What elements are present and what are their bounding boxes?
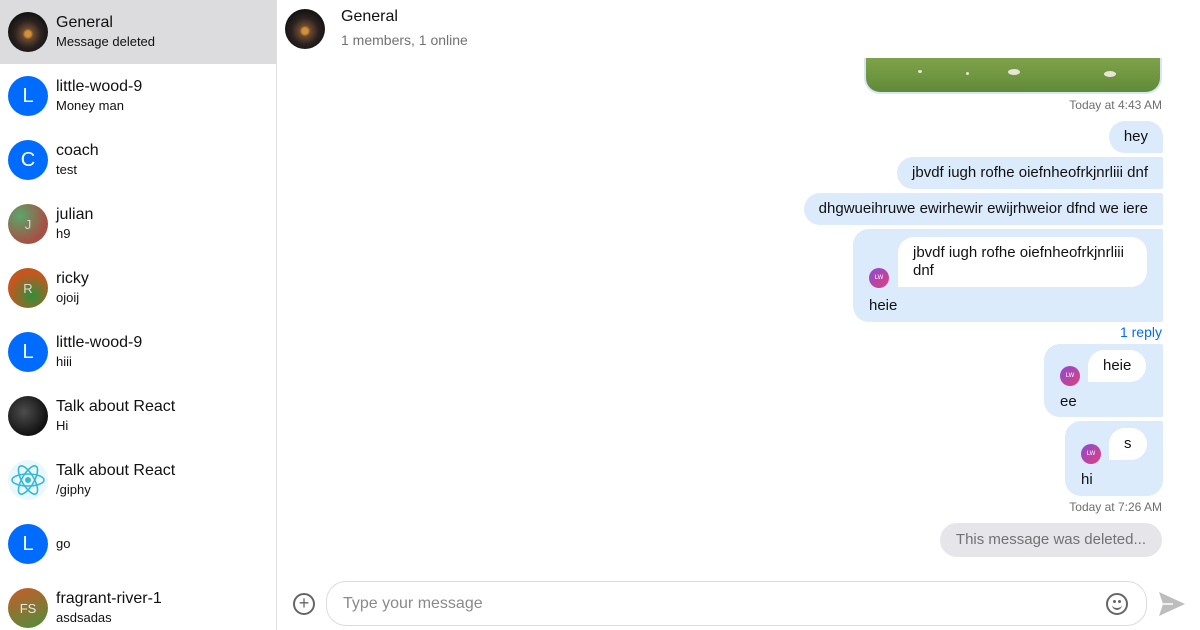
channel-avatar [8, 396, 48, 436]
channel-name: little-wood-9 [56, 334, 143, 351]
message-bubble-with-quote[interactable]: LW jbvdf iugh rofhe oiefnheofrkjnrliii d… [853, 229, 1163, 322]
channel-name: little-wood-9 [56, 78, 143, 95]
deleted-message: This message was deleted... [939, 523, 1162, 557]
message-input[interactable] [326, 581, 1147, 626]
channel-avatar: R [8, 268, 48, 308]
channel-avatar: L [8, 332, 48, 372]
channel-item[interactable]: L little-wood-9 hiii [0, 320, 276, 384]
channel-header: General 1 members, 1 online [277, 0, 1200, 58]
message-bubble-with-quote[interactable]: LW s hi [1065, 421, 1163, 496]
channel-item[interactable]: C coach test [0, 128, 276, 192]
message-timestamp: Today at 4:43 AM [1069, 98, 1162, 112]
message-list[interactable]: Today at 4:43 AM hey jbvdf iugh rofhe oi… [277, 58, 1200, 558]
channel-preview: asdsadas [56, 610, 112, 625]
react-logo-icon [8, 460, 48, 500]
message-timestamp: Today at 7:26 AM [1069, 500, 1162, 514]
message-bubble-with-quote[interactable]: LW heie ee [1044, 344, 1163, 417]
channel-item-general[interactable]: General Message deleted [0, 0, 276, 64]
channel-name: coach [56, 142, 99, 159]
image-attachment[interactable] [864, 58, 1162, 94]
channel-name: ricky [56, 270, 89, 287]
channel-list: General Message deleted L little-wood-9 … [0, 0, 277, 630]
message-composer: + [277, 581, 1200, 626]
channel-item[interactable]: Talk about React /giphy [0, 448, 276, 512]
channel-preview: Message deleted [56, 34, 156, 49]
channel-name: julian [56, 206, 94, 223]
channel-name: Talk about React [56, 462, 176, 479]
message-text: heie [869, 297, 898, 314]
channel-item[interactable]: FS fragrant-river-1 asdsadas [0, 576, 276, 630]
quoted-user-avatar: LW [869, 268, 889, 288]
channel-preview: go [56, 536, 71, 551]
message-text: ee [1060, 393, 1077, 410]
channel-name: fragrant-river-1 [56, 590, 162, 607]
channel-avatar: FS [8, 588, 48, 628]
channel-item[interactable]: L little-wood-9 Money man [0, 64, 276, 128]
channel-avatar: L [8, 524, 48, 564]
channel-preview: ojoij [56, 290, 80, 305]
channel-header-avatar [285, 9, 325, 49]
quoted-user-avatar: LW [1081, 444, 1101, 464]
message-bubble[interactable]: jbvdf iugh rofhe oiefnheofrkjnrliii dnf [897, 157, 1163, 189]
channel-name: General [56, 14, 113, 31]
channel-title: General [341, 8, 398, 25]
channel-preview: hiii [56, 354, 72, 369]
channel-avatar: C [8, 140, 48, 180]
channel-item[interactable]: J julian h9 [0, 192, 276, 256]
channel-item[interactable]: Talk about React Hi [0, 384, 276, 448]
add-attachment-icon[interactable]: + [293, 593, 315, 615]
channel-preview: /giphy [56, 482, 91, 497]
message-text: hi [1081, 471, 1093, 488]
channel-item[interactable]: R ricky ojoij [0, 256, 276, 320]
emoji-icon[interactable] [1106, 593, 1128, 615]
thread-reply-link[interactable]: 1 reply [1120, 324, 1162, 340]
channel-preview: Money man [56, 98, 124, 113]
channel-preview: test [56, 162, 77, 177]
quoted-user-avatar: LW [1060, 366, 1080, 386]
send-icon[interactable] [1157, 589, 1187, 619]
quoted-message[interactable]: heie [1088, 350, 1147, 382]
channel-preview: Hi [56, 418, 69, 433]
channel-avatar: J [8, 204, 48, 244]
channel-members-status: 1 members, 1 online [341, 32, 468, 48]
quoted-message[interactable]: s [1109, 428, 1147, 460]
quoted-message[interactable]: jbvdf iugh rofhe oiefnheofrkjnrliii dnf [898, 237, 1147, 287]
channel-name: Talk about React [56, 398, 176, 415]
message-bubble[interactable]: hey [1108, 121, 1163, 153]
channel-preview: h9 [56, 226, 71, 241]
chat-panel: General 1 members, 1 online Today at 4:4… [277, 0, 1200, 630]
message-bubble[interactable]: dhgwueihruwe ewirhewir ewijrhweior dfnd … [803, 193, 1163, 225]
channel-avatar [8, 12, 48, 52]
channel-avatar: L [8, 76, 48, 116]
channel-item[interactable]: L go [0, 512, 276, 576]
